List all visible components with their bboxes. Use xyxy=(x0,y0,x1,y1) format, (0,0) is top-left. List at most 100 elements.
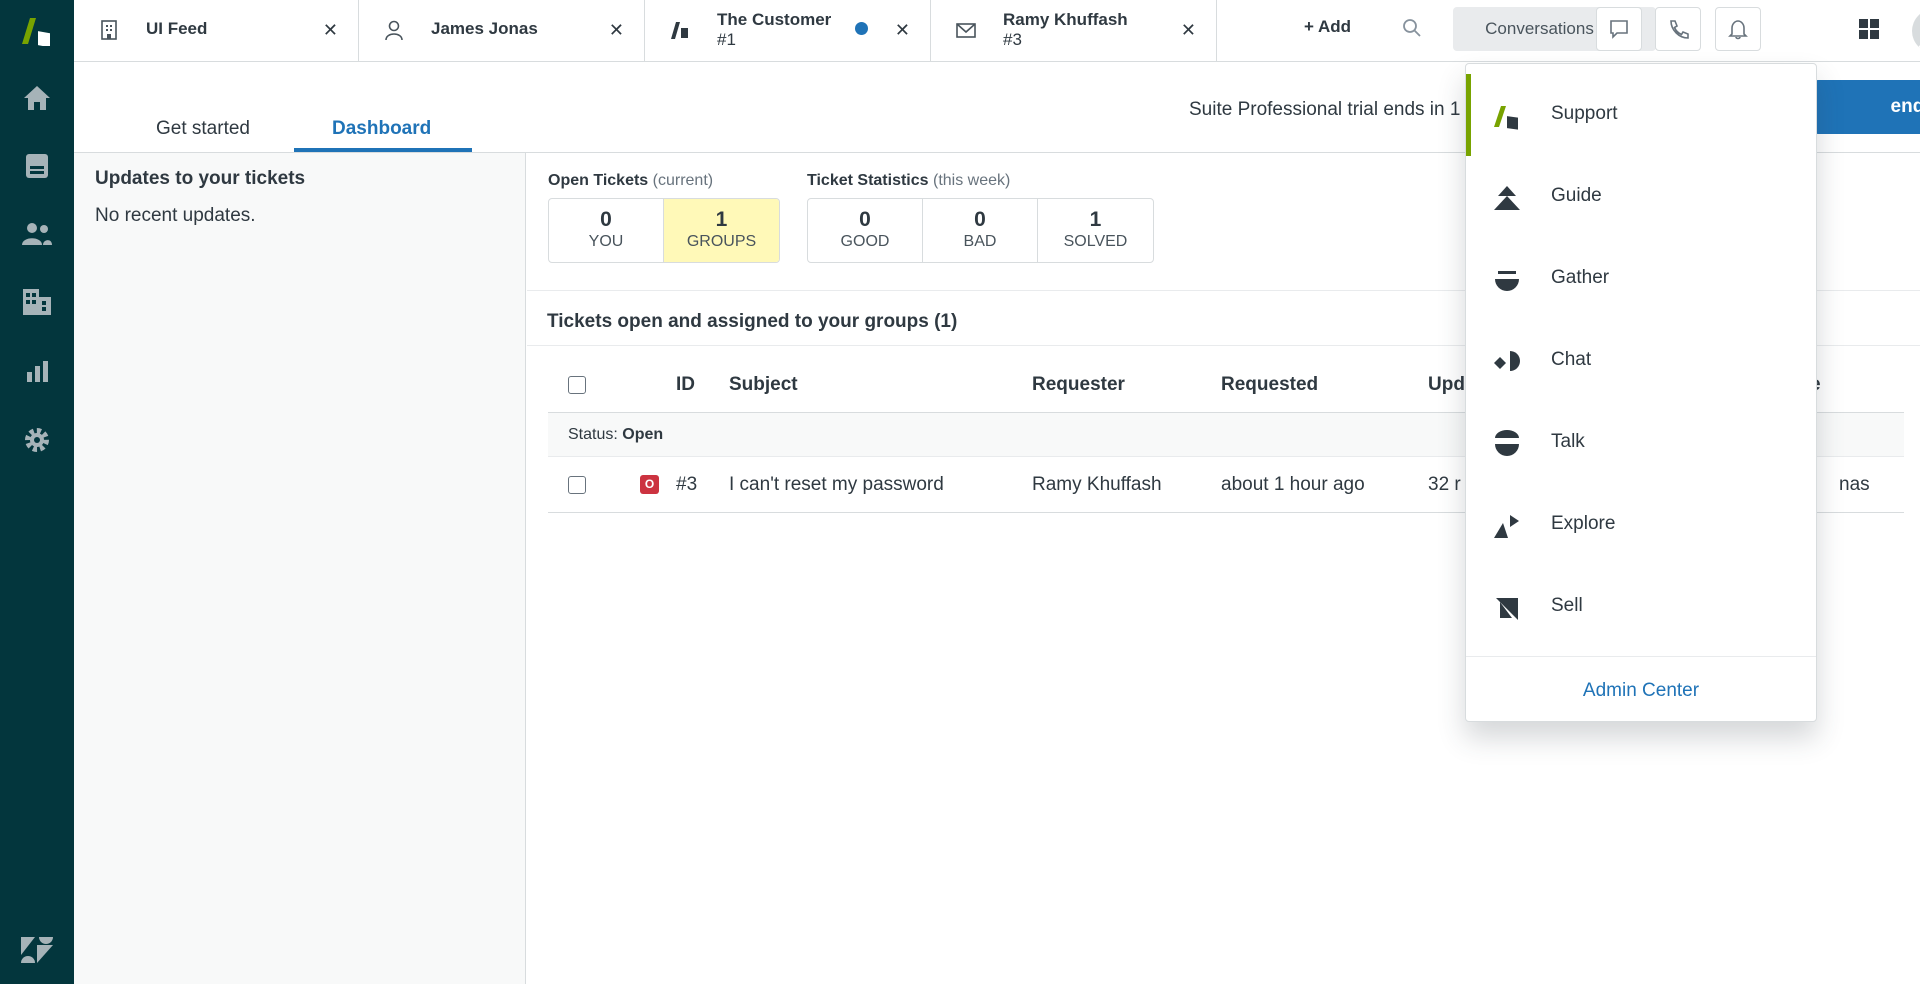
stat-you[interactable]: 0 YOU xyxy=(549,199,664,262)
tab-ramy-khuffash[interactable]: Ramy Khuffash #3 ✕ xyxy=(931,0,1217,62)
tab-get-started[interactable]: Get started xyxy=(156,118,250,140)
stat-groups[interactable]: 1 GROUPS xyxy=(664,199,779,262)
tab-subtitle: #1 xyxy=(717,30,736,49)
stat-solved[interactable]: 1 SOLVED xyxy=(1038,199,1153,262)
tab-the-customer[interactable]: The Customer #1 ✕ xyxy=(645,0,931,62)
tab-title: The Customer xyxy=(717,10,832,29)
ticket-assignee: nas xyxy=(1839,474,1870,495)
search-icon[interactable] xyxy=(1402,18,1422,38)
chat-button[interactable] xyxy=(1596,7,1642,51)
talk-icon xyxy=(1495,430,1519,456)
tab-title: Ramy Khuffash xyxy=(1003,10,1128,29)
buy-zendesk-button[interactable]: endesk xyxy=(1814,80,1920,134)
select-all-checkbox[interactable] xyxy=(568,376,586,394)
guide-icon xyxy=(1494,186,1520,210)
menu-item-guide[interactable]: Guide xyxy=(1466,156,1816,238)
tab-title: James Jonas xyxy=(431,19,538,38)
home-icon[interactable] xyxy=(0,78,74,118)
open-tickets-qualifier: (current) xyxy=(652,172,714,189)
product-tray-icon[interactable] xyxy=(1854,14,1884,44)
ticket-subject[interactable]: I can't reset my password xyxy=(729,474,944,496)
group-value: Open xyxy=(622,426,664,443)
reporting-icon[interactable] xyxy=(0,351,74,391)
menu-item-label: Talk xyxy=(1551,431,1585,452)
product-tray-menu: Support Guide Gather Chat Talk Explore S… xyxy=(1465,63,1817,722)
open-tickets-stats: 0 YOU 1 GROUPS xyxy=(548,198,780,263)
close-icon[interactable]: ✕ xyxy=(895,19,910,41)
ticket-statistics-qualifier: (this week) xyxy=(933,172,1011,189)
open-tickets-label: Open Tickets (current) xyxy=(548,172,713,190)
stat-label: YOU xyxy=(588,233,624,250)
stat-bad[interactable]: 0 BAD xyxy=(923,199,1038,262)
close-icon[interactable]: ✕ xyxy=(1181,19,1196,41)
stat-value: 0 xyxy=(974,208,986,231)
unread-dot xyxy=(855,22,868,35)
row-checkbox[interactable] xyxy=(568,476,586,494)
column-requester[interactable]: Requester xyxy=(1032,374,1125,396)
ticket-statistics-title: Ticket Statistics xyxy=(807,172,929,189)
gather-icon xyxy=(1495,271,1519,291)
bell-icon xyxy=(1728,20,1748,40)
zendesk-wordmark-icon xyxy=(0,930,74,970)
menu-item-label: Explore xyxy=(1551,513,1616,534)
menu-item-explore[interactable]: Explore xyxy=(1466,484,1816,566)
menu-item-support[interactable]: Support xyxy=(1466,74,1816,156)
conversations-label: Conversations xyxy=(1485,19,1594,38)
open-tickets-title: Open Tickets xyxy=(548,172,649,189)
stat-value: 1 xyxy=(1089,208,1102,231)
admin-gear-icon[interactable] xyxy=(0,420,74,460)
ticket-updated: 32 r xyxy=(1428,474,1461,495)
left-nav xyxy=(0,0,74,984)
sell-icon xyxy=(1496,598,1518,620)
user-icon xyxy=(385,20,403,41)
close-icon[interactable]: ✕ xyxy=(609,19,624,41)
tab-ui-feed[interactable]: UI Feed ✕ xyxy=(74,0,359,62)
admin-center-link[interactable]: Admin Center xyxy=(1466,680,1816,702)
menu-item-label: Support xyxy=(1551,103,1618,124)
active-tab-indicator xyxy=(294,148,472,152)
phone-icon xyxy=(1670,20,1689,39)
updates-title: Updates to your tickets xyxy=(95,168,306,189)
menu-item-label: Chat xyxy=(1551,349,1592,370)
building-icon xyxy=(101,20,117,40)
column-updated[interactable]: Upd xyxy=(1428,374,1465,396)
group-label: Status: Open xyxy=(568,426,663,444)
stat-good[interactable]: 0 GOOD xyxy=(808,199,923,262)
chat-product-icon xyxy=(1494,351,1520,371)
ticket-list-title: Tickets open and assigned to your groups… xyxy=(547,311,958,332)
notifications-button[interactable] xyxy=(1715,7,1761,51)
explore-icon xyxy=(1494,515,1519,538)
support-icon xyxy=(1494,106,1518,130)
avatar[interactable] xyxy=(1912,9,1920,53)
menu-item-chat[interactable]: Chat xyxy=(1466,320,1816,402)
ticket-id: #3 xyxy=(676,474,698,495)
column-requested[interactable]: Requested xyxy=(1221,374,1318,396)
stat-label: GOOD xyxy=(840,233,890,250)
organizations-icon[interactable] xyxy=(0,282,74,322)
stat-value: 0 xyxy=(859,208,871,231)
updates-empty-message: No recent updates. xyxy=(95,205,256,226)
tab-dashboard[interactable]: Dashboard xyxy=(332,118,431,140)
envelope-icon xyxy=(956,23,976,38)
ticket-statistics-label: Ticket Statistics (this week) xyxy=(807,172,1010,190)
ticket-statistics: 0 GOOD 0 BAD 1 SOLVED xyxy=(807,198,1154,263)
chat-bubble-icon xyxy=(1610,20,1628,39)
menu-item-talk[interactable]: Talk xyxy=(1466,402,1816,484)
views-icon[interactable] xyxy=(0,146,74,186)
trial-notice: Suite Professional trial ends in 1 xyxy=(1189,99,1461,120)
customers-icon[interactable] xyxy=(0,214,74,254)
add-tab-button[interactable]: + Add xyxy=(1304,17,1351,37)
stat-value: 1 xyxy=(715,208,728,231)
stat-value: 0 xyxy=(600,208,612,231)
column-id[interactable]: ID xyxy=(676,374,695,396)
close-icon[interactable]: ✕ xyxy=(323,19,338,41)
zendesk-logo-icon[interactable] xyxy=(0,8,74,54)
talk-button[interactable] xyxy=(1655,7,1701,51)
updates-panel: Updates to your tickets No recent update… xyxy=(74,153,526,984)
tab-james-jonas[interactable]: James Jonas ✕ xyxy=(359,0,645,62)
menu-item-gather[interactable]: Gather xyxy=(1466,238,1816,320)
menu-item-sell[interactable]: Sell xyxy=(1466,566,1816,648)
column-subject[interactable]: Subject xyxy=(729,374,798,396)
stat-label: SOLVED xyxy=(1063,233,1128,250)
menu-item-label: Guide xyxy=(1551,185,1602,206)
